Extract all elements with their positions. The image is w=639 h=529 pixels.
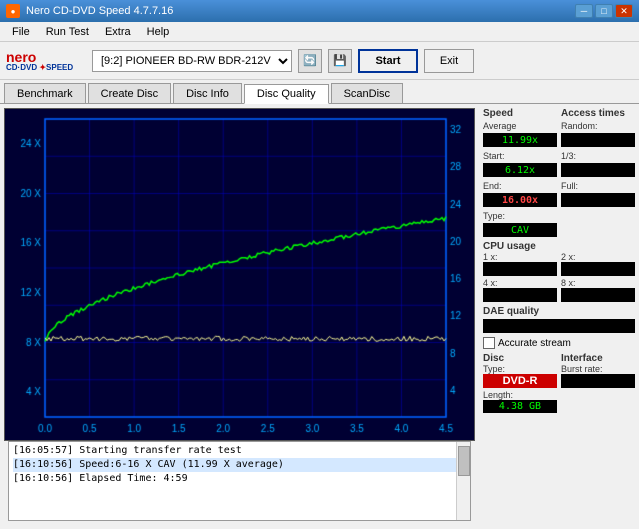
app-icon: ●	[6, 4, 20, 18]
burst-value	[561, 374, 635, 388]
disc-length-value: 4.38 GB	[483, 400, 557, 413]
dae-title: DAE quality	[483, 306, 635, 317]
close-button[interactable]: ✕	[615, 4, 633, 18]
burst-label: Burst rate:	[561, 364, 635, 374]
menu-help[interactable]: Help	[139, 24, 178, 40]
access-times: Access times Random: 1/3: Full:	[561, 108, 635, 237]
minimize-button[interactable]: ─	[575, 4, 593, 18]
accurate-stream-row: Accurate stream	[483, 337, 635, 349]
disc-type-label: Type:	[483, 364, 557, 374]
cpu-title: CPU usage	[483, 241, 635, 252]
nero-brand-text: nero	[6, 50, 36, 64]
menu-file[interactable]: File	[4, 24, 38, 40]
nero-product-text: CD·DVD ✦SPEED	[6, 64, 73, 72]
menu-extra[interactable]: Extra	[97, 24, 139, 40]
end-value: 16.00x	[483, 193, 557, 207]
cpu-4x-label: 4 x:	[483, 278, 557, 288]
disc-section: Disc Type: DVD-R Length: 4.38 GB Interfa…	[483, 353, 635, 413]
full-label: Full:	[561, 181, 635, 191]
speed-chart	[5, 109, 475, 441]
one-third-value	[561, 163, 635, 177]
titlebar-left: ● Nero CD-DVD Speed 4.7.7.16	[6, 4, 173, 18]
start-button[interactable]: Start	[358, 49, 418, 73]
tabs: Benchmark Create Disc Disc Info Disc Qua…	[0, 80, 639, 104]
log-area: [16:05:57] Starting transfer rate test […	[8, 441, 471, 521]
nero-logo: nero CD·DVD ✦SPEED	[6, 46, 86, 76]
log-scroll-thumb[interactable]	[458, 446, 470, 476]
cpu-8x-label: 8 x:	[561, 278, 635, 288]
disc-type-value: DVD-R	[483, 374, 557, 388]
random-label: Random:	[561, 121, 635, 131]
tab-disc-info[interactable]: Disc Info	[173, 83, 242, 103]
stats-section: Speed Average 11.99x Start: 6.12x End: 1…	[483, 108, 635, 237]
end-label: End:	[483, 181, 557, 191]
maximize-button[interactable]: □	[595, 4, 613, 18]
cpu-2x-value	[561, 262, 635, 276]
refresh-button[interactable]: 🔄	[298, 49, 322, 73]
cpu-4x-value	[483, 288, 557, 302]
tab-scandisc[interactable]: ScanDisc	[331, 83, 403, 103]
log-content: [16:05:57] Starting transfer rate test […	[9, 442, 470, 488]
cpu-1x-label: 1 x:	[483, 252, 557, 262]
interface-title: Interface	[561, 353, 635, 364]
random-value	[561, 133, 635, 147]
log-line-2: [16:10:56] Speed:6-16 X CAV (11.99 X ave…	[13, 458, 466, 472]
speed-stats: Speed Average 11.99x Start: 6.12x End: 1…	[483, 108, 557, 237]
accurate-stream-checkbox[interactable]	[483, 337, 495, 349]
log-line-1: [16:05:57] Starting transfer rate test	[13, 444, 466, 458]
accurate-stream-label: Accurate stream	[498, 338, 571, 349]
dae-section: DAE quality Accurate stream	[483, 306, 635, 349]
cpu-1x-value	[483, 262, 557, 276]
start-label: Start:	[483, 151, 557, 161]
cpu-section: CPU usage 1 x: 4 x: 2 x: 8 x:	[483, 241, 635, 302]
chart-container	[4, 108, 475, 441]
drive-selector[interactable]: [9:2] PIONEER BD-RW BDR-212V 1.00	[92, 50, 292, 72]
dae-value	[483, 319, 635, 333]
tab-disc-quality[interactable]: Disc Quality	[244, 84, 329, 104]
cpu-2x-label: 2 x:	[561, 252, 635, 262]
disc-length-label: Length:	[483, 390, 557, 400]
speed-title: Speed	[483, 108, 557, 119]
right-panel: Speed Average 11.99x Start: 6.12x End: 1…	[479, 104, 639, 529]
exit-button[interactable]: Exit	[424, 49, 474, 73]
type-label: Type:	[483, 211, 557, 221]
log-scrollbar[interactable]	[456, 442, 470, 520]
one-third-label: 1/3:	[561, 151, 635, 161]
access-times-title: Access times	[561, 108, 635, 119]
tab-create-disc[interactable]: Create Disc	[88, 83, 171, 103]
start-value: 6.12x	[483, 163, 557, 177]
menu-run-test[interactable]: Run Test	[38, 24, 97, 40]
window-title: Nero CD-DVD Speed 4.7.7.16	[26, 5, 173, 17]
full-value	[561, 193, 635, 207]
main-content: [16:05:57] Starting transfer rate test […	[0, 104, 639, 529]
chart-area: [16:05:57] Starting transfer rate test […	[0, 104, 479, 529]
disc-title: Disc	[483, 353, 557, 364]
tab-benchmark[interactable]: Benchmark	[4, 83, 86, 103]
log-line-3: [16:10:56] Elapsed Time: 4:59	[13, 472, 466, 486]
average-label: Average	[483, 121, 557, 131]
titlebar-controls: ─ □ ✕	[575, 4, 633, 18]
titlebar: ● Nero CD-DVD Speed 4.7.7.16 ─ □ ✕	[0, 0, 639, 22]
save-button[interactable]: 💾	[328, 49, 352, 73]
menubar: File Run Test Extra Help	[0, 22, 639, 42]
cpu-8x-value	[561, 288, 635, 302]
average-value: 11.99x	[483, 133, 557, 147]
type-value: CAV	[483, 223, 557, 237]
toolbar: nero CD·DVD ✦SPEED [9:2] PIONEER BD-RW B…	[0, 42, 639, 80]
